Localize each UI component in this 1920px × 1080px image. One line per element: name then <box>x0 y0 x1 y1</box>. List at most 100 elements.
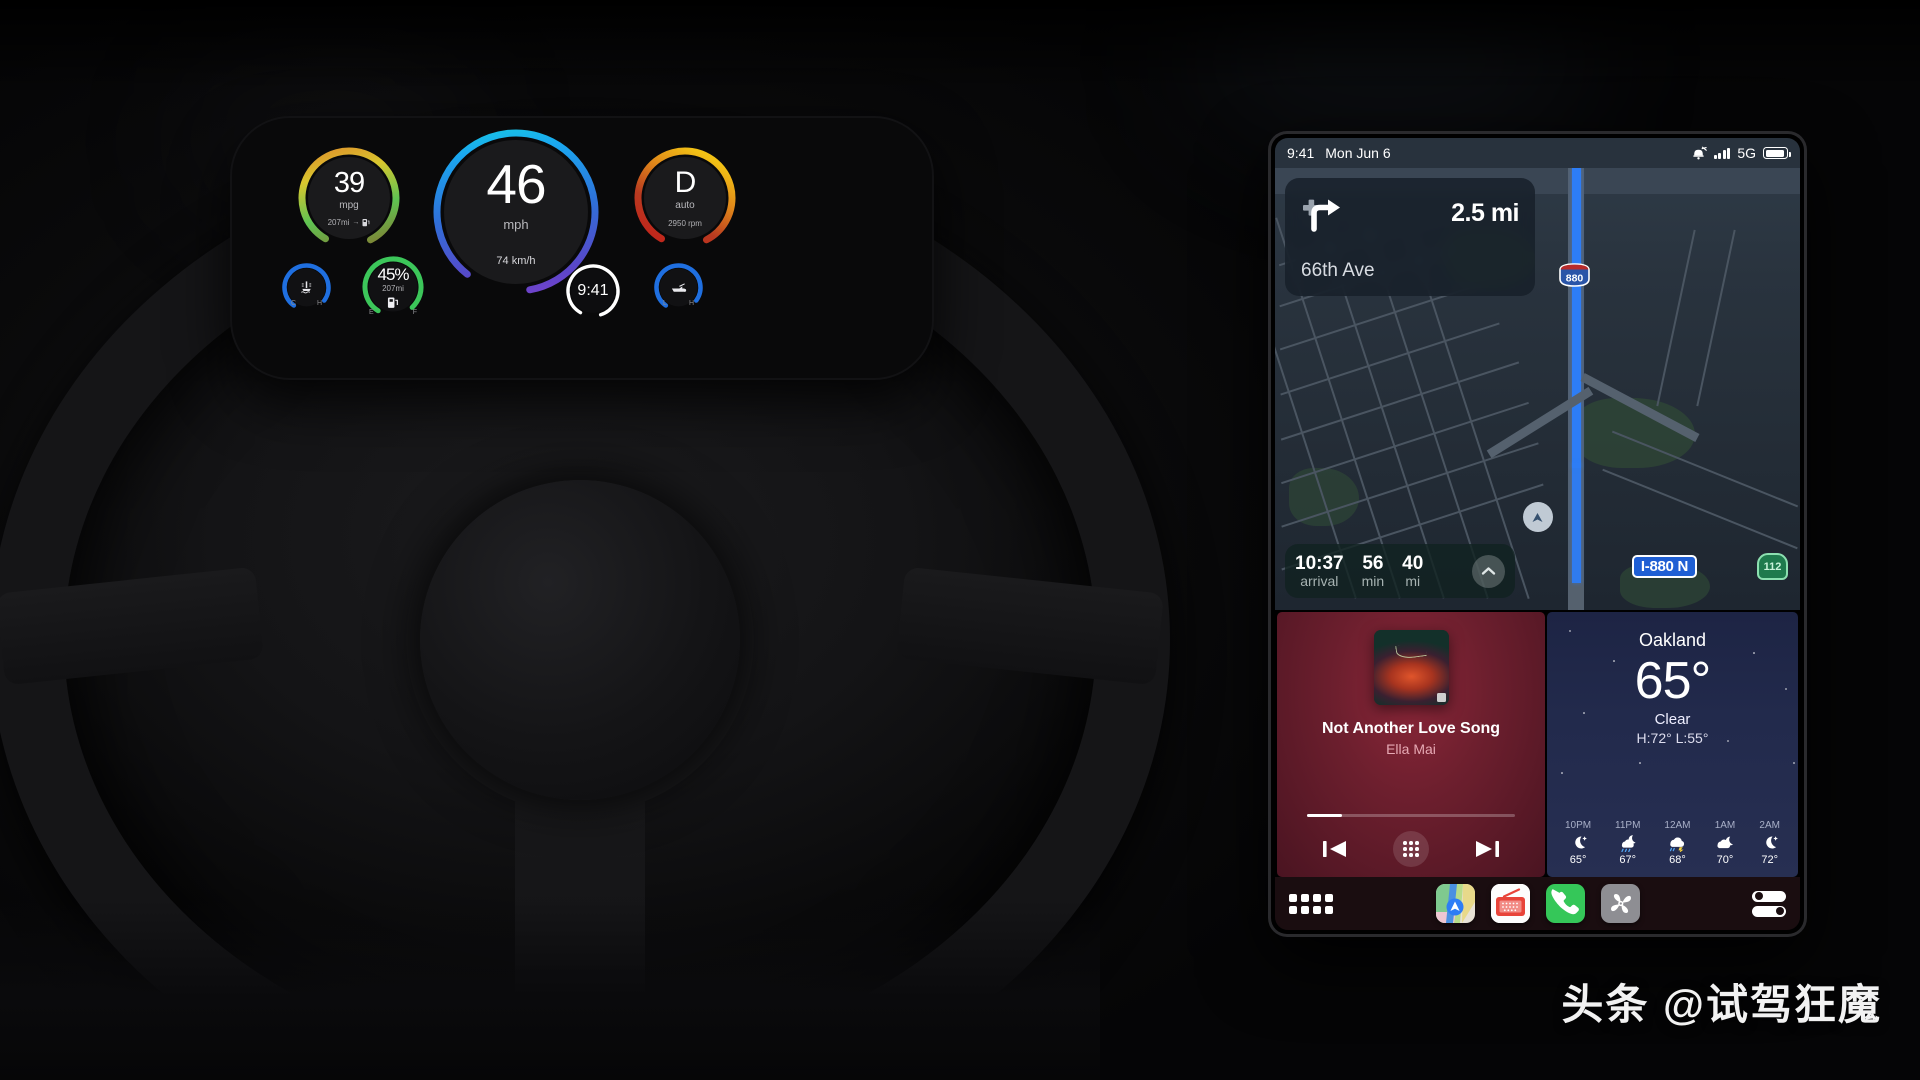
navigation-banner: 2.5 mi 66th Ave <box>1285 178 1535 296</box>
track-title: Not Another Love Song <box>1321 720 1501 737</box>
widget-row: Not Another Love Song Ella Mai Oakland 6… <box>1275 610 1800 877</box>
hour-temp: 68° <box>1669 854 1686 866</box>
instrument-cluster: 39 mpg 207mi → 46 mph 74 km/h D auto 295… <box>232 118 932 378</box>
eta-distance-label: mi <box>1405 572 1421 589</box>
speed-kmh: 74 km/h <box>496 255 536 267</box>
watermark: 头条 @试驾狂魔 <box>1561 981 1882 1028</box>
eta-duration-value: 56 <box>1362 552 1384 574</box>
bell-slash-icon <box>1692 146 1707 160</box>
highway-label: I-880 N <box>1631 555 1697 578</box>
toggle-bottom[interactable] <box>1752 905 1786 917</box>
gear-rpm-gauge: D auto 2950 rpm <box>630 143 740 253</box>
speed-unit: mph <box>503 217 529 232</box>
track-list-icon[interactable] <box>1392 831 1429 867</box>
battery-icon <box>1763 147 1791 159</box>
cluster-clock: 9:41 <box>563 261 623 321</box>
shield-number: 880 <box>1566 273 1584 285</box>
mpg-range: 207mi <box>327 218 350 227</box>
eta-arrival: 10:37 arrival <box>1295 553 1344 590</box>
cluster-clock-time: 9:41 <box>577 282 609 299</box>
hourly-forecast-item: 1AM 70° <box>1714 820 1736 866</box>
coolant-low-label: C <box>291 300 297 307</box>
gear-value: D <box>674 166 697 199</box>
oil-pressure-gauge: L H <box>652 261 705 314</box>
hourly-forecast-item: 12AM 68° <box>1664 820 1690 866</box>
location-arrow-icon <box>1522 502 1553 532</box>
oil-low-label: L <box>663 300 667 307</box>
fuel-level-gauge: 45% 207mi E F <box>360 254 426 320</box>
next-track-icon[interactable] <box>1474 838 1500 860</box>
app-grid-icon[interactable] <box>1289 893 1333 914</box>
hourly-forecast-item: 2AM 72° <box>1759 820 1780 866</box>
coolant-high-label: H <box>316 300 322 307</box>
carplay-display: 9:41 Mon Jun 6 5G 2.5 mi 66th Ave 880 I-… <box>1271 134 1804 934</box>
hour-time: 2AM <box>1759 820 1780 831</box>
maps-navigation-panel[interactable]: 2.5 mi 66th Ave 880 I-880 N 112 10:37 ar… <box>1275 168 1800 610</box>
eta-duration-label: min <box>1361 572 1385 589</box>
carplay-dock <box>1275 877 1800 930</box>
route-line <box>1572 168 1581 468</box>
fuel-pump-icon <box>362 219 370 227</box>
eta-arrival-label: arrival <box>1300 572 1339 589</box>
oil-can-icon <box>671 282 687 292</box>
toggle-top[interactable] <box>1752 890 1786 902</box>
phone-app-icon[interactable] <box>1545 884 1585 923</box>
fuel-percent: 45% <box>377 264 409 284</box>
hour-temp: 65° <box>1569 854 1587 866</box>
eta-distance: 40 mi <box>1402 553 1423 590</box>
hour-temp: 67° <box>1619 854 1637 866</box>
network-type: 5G <box>1737 145 1756 161</box>
hour-temp: 70° <box>1716 854 1734 866</box>
exit-shield-112: 112 <box>1757 553 1788 580</box>
arrow-right-icon: → <box>352 219 360 226</box>
album-artwork <box>1373 630 1449 705</box>
navigation-street: 66th Ave <box>1301 260 1375 281</box>
carplay-status-bar: 9:41 Mon Jun 6 5G <box>1275 138 1800 168</box>
radio-app-icon[interactable] <box>1490 884 1530 923</box>
chevron-up-icon[interactable] <box>1472 554 1505 588</box>
fuel-range: 207mi <box>382 283 404 293</box>
previous-track-icon[interactable] <box>1322 838 1348 860</box>
navigation-distance: 2.5 mi <box>1451 198 1519 227</box>
hour-time: 10PM <box>1564 820 1592 831</box>
maps-app-icon[interactable] <box>1435 884 1475 923</box>
track-artist: Ella Mai <box>1386 741 1436 757</box>
playback-progress-bar[interactable] <box>1307 813 1515 817</box>
hourly-forecast-row: 10PM 65° 11PM 67° 12AM 68° 1AM 70° 2AM 7… <box>1547 820 1798 866</box>
eta-bar[interactable]: 10:37 arrival 56 min 40 mi <box>1285 544 1515 598</box>
mpg-unit: mpg <box>339 200 359 211</box>
now-playing-widget[interactable]: Not Another Love Song Ella Mai <box>1277 612 1545 877</box>
cloud-moon-icon <box>1714 833 1735 852</box>
coolant-temperature-gauge: C H <box>280 261 333 314</box>
hour-time: 12AM <box>1664 820 1691 831</box>
climate-app-icon[interactable] <box>1600 884 1640 923</box>
eta-arrival-value: 10:37 <box>1295 552 1344 574</box>
turn-right-icon <box>1303 199 1340 232</box>
eta-duration: 56 min <box>1362 553 1385 590</box>
weather-city: Oakland <box>1638 630 1707 650</box>
fuel-empty-label: E <box>369 309 374 316</box>
hour-temp: 72° <box>1761 854 1779 866</box>
status-date: Mon Jun 6 <box>1325 145 1391 161</box>
moon-stars-icon <box>1569 833 1588 852</box>
weather-temperature: 65° <box>1634 652 1712 710</box>
hour-time: 11PM <box>1615 820 1641 831</box>
status-time: 9:41 <box>1287 145 1315 161</box>
fuel-economy-gauge: 39 mpg 207mi → <box>294 143 404 253</box>
cloud-bolt-rain-icon <box>1667 833 1688 852</box>
cloud-moon-rain-icon <box>1617 833 1638 852</box>
fuel-pump-icon <box>387 296 398 308</box>
weather-widget[interactable]: Oakland 65° Clear H:72° L:55° 10PM 65° 1… <box>1547 612 1798 877</box>
weather-condition: Clear <box>1654 711 1691 728</box>
oil-high-label: H <box>688 300 694 307</box>
settings-toggles-icon[interactable] <box>1752 890 1786 917</box>
rpm-value: 2950 rpm <box>668 219 702 228</box>
weather-high-low: H:72° L:55° <box>1636 730 1709 746</box>
hour-time: 1AM <box>1714 820 1736 831</box>
cellular-bars-icon <box>1713 147 1731 159</box>
interstate-880-shield: 880 <box>1558 262 1591 288</box>
hourly-forecast-item: 11PM 67° <box>1615 820 1640 866</box>
explicit-badge <box>1436 693 1446 702</box>
mpg-value: 39 <box>333 167 365 199</box>
fuel-full-label: F <box>412 309 417 316</box>
